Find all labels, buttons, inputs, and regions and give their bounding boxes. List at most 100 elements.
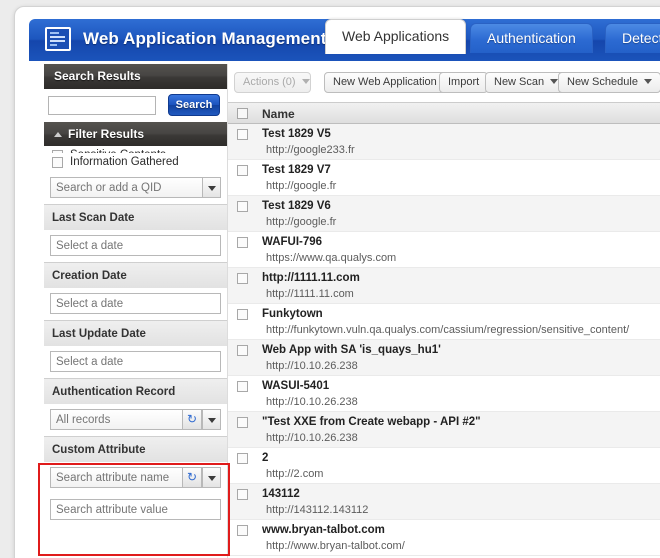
table-row[interactable]: Web App with SA 'is_quays_hu1' http://10.… (228, 340, 660, 376)
section-authentication-record: Authentication Record (44, 378, 227, 404)
search-row: Search (44, 89, 227, 122)
table-row[interactable]: www.bryan-talbot.com http://www.bryan-tal… (228, 520, 660, 556)
table-row[interactable]: Test 1829 V6 http://google.fr (228, 196, 660, 232)
table-row[interactable]: 2 http://2.com (228, 448, 660, 484)
filter-results-header[interactable]: Filter Results (44, 122, 227, 147)
row-name[interactable]: www.bryan-talbot.com (262, 520, 660, 537)
chevron-down-icon (550, 78, 559, 84)
table-row[interactable]: WAFUI-796 https://www.qa.qualys.com (228, 232, 660, 268)
row-checkbox[interactable] (237, 201, 248, 212)
chevron-down-icon (301, 78, 310, 84)
creation-date-input[interactable] (50, 293, 221, 314)
qid-field-wrap (44, 172, 227, 204)
row-checkbox[interactable] (237, 273, 248, 284)
row-checkbox[interactable] (237, 345, 248, 356)
custom-attribute-name-combo[interactable]: ↻ (50, 467, 221, 488)
search-input[interactable] (48, 96, 156, 115)
row-url[interactable]: http://10.10.26.238 (262, 393, 660, 409)
row-url[interactable]: http://1111.11.com (262, 285, 660, 301)
new-scan-button[interactable]: New Scan (485, 72, 568, 93)
row-url[interactable]: http://www.bryan-talbot.com/ (262, 537, 660, 553)
left-sidebar: Search Results Search Filter Results Sen… (44, 64, 227, 558)
row-url[interactable]: http://2.com (262, 465, 660, 481)
row-url[interactable]: http://google.fr (262, 177, 660, 193)
row-checkbox[interactable] (237, 237, 248, 248)
row-url[interactable]: http://10.10.26.238 (262, 429, 660, 445)
authentication-record-wrap: ↻ (44, 404, 227, 436)
new-web-application-button[interactable]: New Web Application (324, 72, 446, 93)
row-checkbox[interactable] (237, 453, 248, 464)
new-schedule-label: New Schedule (567, 76, 638, 88)
row-url[interactable]: http://143112.143112 (262, 501, 660, 517)
row-name[interactable]: Web App with SA 'is_quays_hu1' (262, 340, 660, 357)
table-row[interactable]: Funkytown http://funkytown.vuln.qa.qualys… (228, 304, 660, 340)
actions-button[interactable]: Actions (0) (234, 72, 311, 93)
table-row[interactable]: WASUI-5401 http://10.10.26.238 (228, 376, 660, 412)
row-url[interactable]: http://funkytown.vuln.qa.qualys.com/cass… (262, 321, 660, 337)
section-creation-date: Creation Date (44, 262, 227, 288)
row-checkbox[interactable] (237, 489, 248, 500)
tab-authentication[interactable]: Authentication (470, 23, 593, 53)
section-last-update-date: Last Update Date (44, 320, 227, 346)
table-row[interactable]: http://1111.11.com http://1111.11.com (228, 268, 660, 304)
authentication-record-combo[interactable]: ↻ (50, 409, 221, 430)
chevron-down-icon[interactable] (202, 467, 221, 488)
table-row[interactable]: Test 1829 V5 http://google233.fr (228, 124, 660, 160)
main-content: Actions (0) New Web Application Import N… (227, 64, 660, 558)
row-name[interactable]: WAFUI-796 (262, 232, 660, 249)
app-window: Web Application Management Web Applicati… (14, 6, 660, 558)
row-name[interactable]: http://1111.11.com (262, 268, 660, 285)
chevron-up-icon (54, 132, 62, 137)
row-url[interactable]: http://google.fr (262, 213, 660, 229)
row-name[interactable]: Test 1829 V6 (262, 196, 660, 213)
row-checkbox[interactable] (237, 129, 248, 140)
list-body: Test 1829 V5 http://google233.fr Test 1829… (228, 124, 660, 556)
row-name[interactable]: 143112 (262, 484, 660, 501)
last-scan-date-input[interactable] (50, 235, 221, 256)
row-url[interactable]: https://www.qa.qualys.com (262, 249, 660, 265)
web-application-list: Name Test 1829 V5 http://google233.fr Test… (228, 102, 660, 558)
table-row[interactable]: 143112 http://143112.143112 (228, 484, 660, 520)
tab-web-applications[interactable]: Web Applications (325, 19, 467, 54)
row-url[interactable]: http://google233.fr (262, 141, 660, 157)
row-name[interactable]: Funkytown (262, 304, 660, 321)
refresh-icon[interactable]: ↻ (182, 409, 202, 430)
last-update-date-wrap (44, 346, 227, 378)
row-checkbox[interactable] (237, 417, 248, 428)
last-scan-date-wrap (44, 230, 227, 262)
import-button[interactable]: Import (439, 72, 489, 93)
last-update-date-input[interactable] (50, 351, 221, 372)
row-name[interactable]: Test 1829 V5 (262, 124, 660, 141)
row-name[interactable]: "Test XXE from Create webapp - API #2" (262, 412, 660, 429)
checkbox-information-gathered[interactable]: Information Gathered (44, 153, 227, 172)
row-url[interactable]: http://10.10.26.238 (262, 357, 660, 373)
filter-results-label: Filter Results (68, 127, 145, 141)
search-button[interactable]: Search (168, 94, 220, 116)
custom-attribute-value-wrap (44, 494, 227, 526)
qid-input[interactable] (50, 177, 221, 198)
row-checkbox[interactable] (237, 381, 248, 392)
new-schedule-button[interactable]: New Schedule (558, 72, 660, 93)
qid-combo[interactable] (50, 177, 221, 198)
section-custom-attribute: Custom Attribute (44, 436, 227, 462)
column-header-name: Name (262, 107, 295, 121)
select-all-checkbox[interactable] (237, 108, 248, 119)
row-checkbox[interactable] (237, 165, 248, 176)
chevron-down-icon[interactable] (202, 177, 221, 198)
chevron-down-icon[interactable] (202, 409, 221, 430)
table-row[interactable]: "Test XXE from Create webapp - API #2" ht… (228, 412, 660, 448)
row-name[interactable]: WASUI-5401 (262, 376, 660, 393)
application-window-icon (45, 27, 71, 51)
custom-attribute-value-input[interactable] (50, 499, 221, 520)
row-name[interactable]: 2 (262, 448, 660, 465)
creation-date-wrap (44, 288, 227, 320)
refresh-icon[interactable]: ↻ (182, 467, 202, 488)
table-row[interactable]: Test 1829 V7 http://google.fr (228, 160, 660, 196)
checkbox-sensitive-contents[interactable]: Sensitive Contents (44, 146, 227, 153)
row-checkbox[interactable] (237, 525, 248, 536)
row-checkbox[interactable] (237, 309, 248, 320)
checkbox-label: Information Gathered (70, 156, 179, 168)
row-name[interactable]: Test 1829 V7 (262, 160, 660, 177)
section-last-scan-date: Last Scan Date (44, 204, 227, 230)
tab-detections[interactable]: Detections (605, 23, 660, 53)
